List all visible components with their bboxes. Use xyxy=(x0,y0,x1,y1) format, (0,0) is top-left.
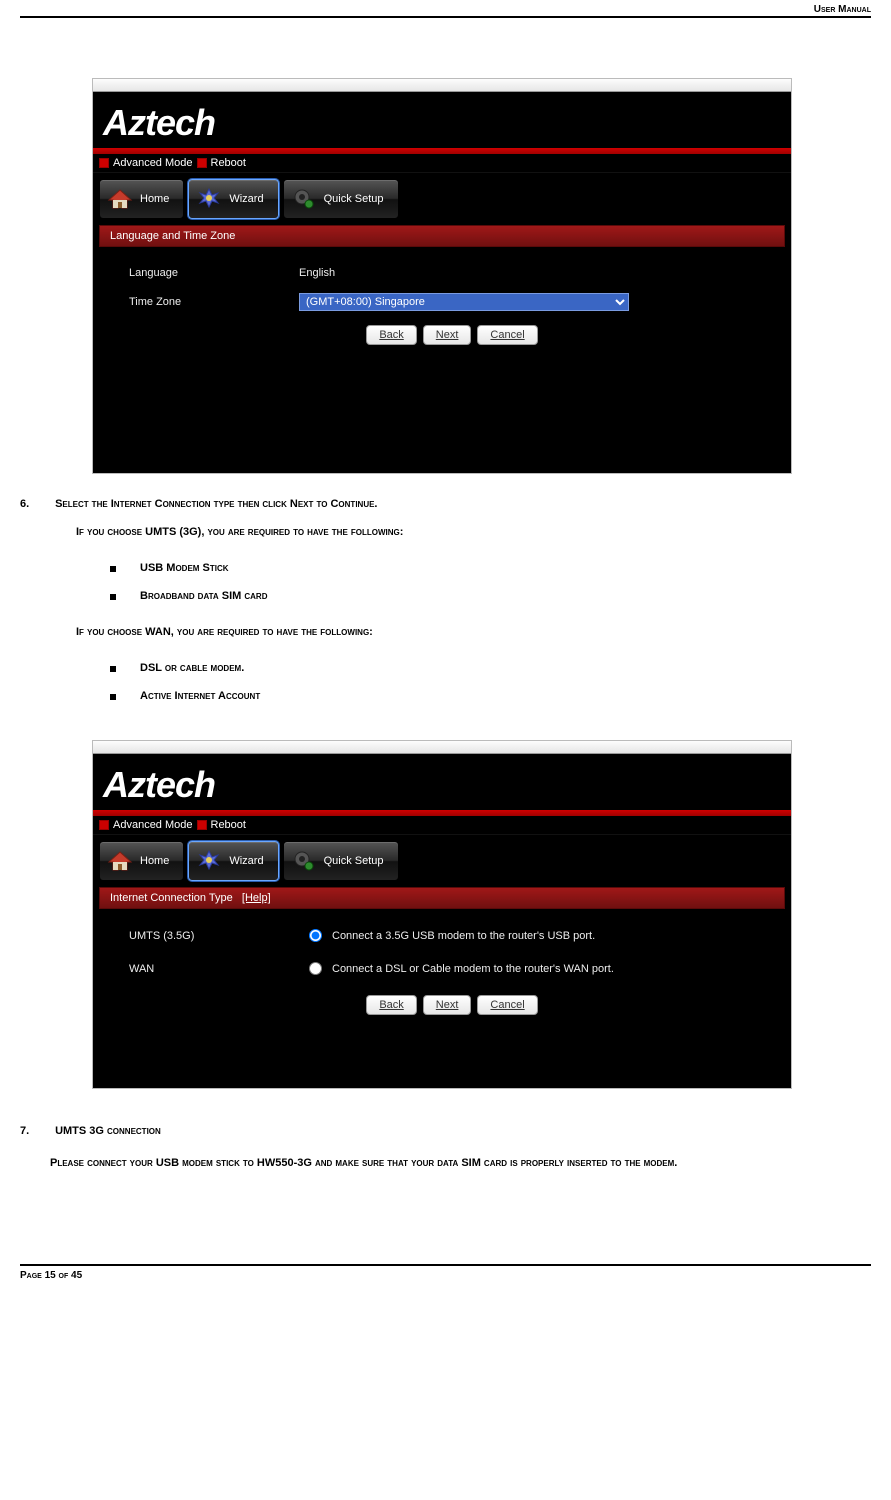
tab-row: Home Wizard Quick Setup xyxy=(93,173,791,225)
screenshot-padding xyxy=(93,363,791,473)
home-icon xyxy=(106,186,134,212)
bullet-icon xyxy=(99,820,109,830)
next-button[interactable]: Next xyxy=(423,995,472,1015)
step7-body: Please connect your USB modem stick to H… xyxy=(50,1153,871,1174)
wizard-icon xyxy=(195,848,223,874)
gear-icon xyxy=(290,186,318,212)
screenshot-lang-timezone: Aztech Advanced Mode Reboot Home xyxy=(92,78,792,474)
window-titlebar xyxy=(93,741,791,754)
step6-umts-line: If you choose UMTS (3G), you are require… xyxy=(76,526,871,538)
tab-home-label: Home xyxy=(140,855,169,867)
wan-radio[interactable] xyxy=(309,962,322,975)
section-title: Internet Connection Type xyxy=(110,892,233,904)
form-connection-type: UMTS (3.5G) Connect a 3.5G USB modem to … xyxy=(99,915,785,1025)
page-footer: Page 15 of 45 xyxy=(20,1270,871,1281)
step7-number: 7. xyxy=(20,1125,52,1137)
tab-home[interactable]: Home xyxy=(99,179,184,219)
tab-wizard-label: Wizard xyxy=(229,193,263,205)
tab-quick-setup[interactable]: Quick Setup xyxy=(283,841,399,881)
tab-quick-setup[interactable]: Quick Setup xyxy=(283,179,399,219)
tab-row: Home Wizard Quick Setup xyxy=(93,835,791,887)
tab-quick-label: Quick Setup xyxy=(324,855,384,867)
back-button[interactable]: Back xyxy=(366,325,416,345)
tab-wizard[interactable]: Wizard xyxy=(188,179,278,219)
step7-title: UMTS 3G connection xyxy=(55,1125,161,1137)
tab-wizard[interactable]: Wizard xyxy=(188,841,278,881)
form-lang-timezone: Language English Time Zone (GMT+08:00) S… xyxy=(99,253,785,355)
gear-icon xyxy=(290,848,318,874)
home-icon xyxy=(106,848,134,874)
step6-title: Select the Internet Connection type then… xyxy=(55,498,377,510)
section-bar-lang: Language and Time Zone xyxy=(99,225,785,247)
cancel-button[interactable]: Cancel xyxy=(477,325,537,345)
list-item: USB Modem Stick xyxy=(110,554,871,582)
screenshot-connection-type: Aztech Advanced Mode Reboot Home xyxy=(92,740,792,1089)
menu-advanced-mode[interactable]: Advanced Mode xyxy=(113,157,193,169)
bullet-icon xyxy=(197,158,207,168)
menu-reboot[interactable]: Reboot xyxy=(211,157,246,169)
menubar: Advanced Mode Reboot xyxy=(93,816,791,835)
step7: 7. UMTS 3G connection Please connect you… xyxy=(20,1125,871,1174)
wizard-icon xyxy=(195,186,223,212)
wan-label: WAN xyxy=(129,963,299,975)
header-user-manual: User Manual xyxy=(814,4,871,15)
list-item: Broadband data SIM card xyxy=(110,582,871,610)
timezone-label: Time Zone xyxy=(129,296,299,308)
timezone-select[interactable]: (GMT+08:00) Singapore xyxy=(299,293,629,311)
screenshot-padding xyxy=(93,1033,791,1088)
bullet-icon xyxy=(99,158,109,168)
next-button[interactable]: Next xyxy=(423,325,472,345)
language-label: Language xyxy=(129,267,299,279)
cancel-button[interactable]: Cancel xyxy=(477,995,537,1015)
tab-wizard-label: Wizard xyxy=(229,855,263,867)
list-item: Active Internet Account xyxy=(110,682,871,710)
brand-logo: Aztech xyxy=(93,92,791,148)
umts-desc: Connect a 3.5G USB modem to the router's… xyxy=(332,930,595,942)
umts-radio[interactable] xyxy=(309,929,322,942)
step6: 6. Select the Internet Connection type t… xyxy=(20,498,871,710)
window-titlebar xyxy=(93,79,791,92)
section-bar-conn: Internet Connection Type [Help] xyxy=(99,887,785,909)
tab-home-label: Home xyxy=(140,193,169,205)
brand-logo: Aztech xyxy=(93,754,791,810)
tab-home[interactable]: Home xyxy=(99,841,184,881)
step6-umts-list: USB Modem Stick Broadband data SIM card xyxy=(110,554,871,610)
bullet-icon xyxy=(197,820,207,830)
help-link[interactable]: [Help] xyxy=(242,892,271,904)
step6-wan-list: DSL or cable modem. Active Internet Acco… xyxy=(110,654,871,710)
list-item: DSL or cable modem. xyxy=(110,654,871,682)
language-value: English xyxy=(299,267,775,279)
menu-reboot[interactable]: Reboot xyxy=(211,819,246,831)
umts-label: UMTS (3.5G) xyxy=(129,930,299,942)
menubar: Advanced Mode Reboot xyxy=(93,154,791,173)
back-button[interactable]: Back xyxy=(366,995,416,1015)
step6-wan-line: If you choose WAN, you are required to h… xyxy=(76,626,871,638)
step6-number: 6. xyxy=(20,498,52,510)
tab-quick-label: Quick Setup xyxy=(324,193,384,205)
wan-desc: Connect a DSL or Cable modem to the rout… xyxy=(332,963,614,975)
menu-advanced-mode[interactable]: Advanced Mode xyxy=(113,819,193,831)
